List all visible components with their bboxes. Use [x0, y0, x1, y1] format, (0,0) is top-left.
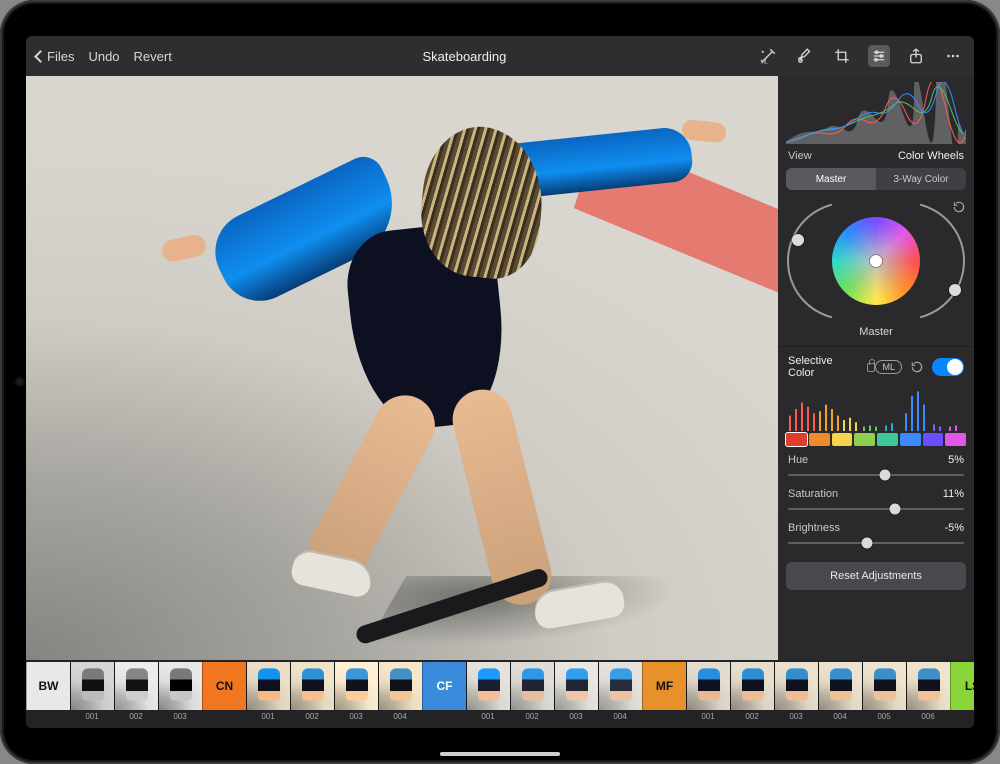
preset-number: 002 [510, 712, 554, 721]
preset-thumbnail[interactable] [730, 662, 774, 710]
view-mode-button[interactable]: Color Wheels [898, 150, 964, 162]
preset-group-marker[interactable]: CF [422, 662, 466, 710]
preset-thumbnail[interactable] [906, 662, 950, 710]
selective-color-histogram [778, 387, 974, 431]
ml-button[interactable]: ML [875, 360, 902, 374]
hue-value: 5% [948, 454, 964, 466]
color-swatch[interactable] [923, 433, 944, 446]
brightness-value: -5% [944, 522, 964, 534]
color-wheel-handle[interactable] [870, 255, 882, 267]
preset-number: 005 [862, 712, 906, 721]
preset-number: 004 [378, 712, 422, 721]
preset-number: 001 [466, 712, 510, 721]
preset-filmstrip[interactable]: BW001002003CN001002003004CF001002003004M… [26, 660, 974, 728]
preset-thumbnail[interactable] [686, 662, 730, 710]
preset-number: 001 [686, 712, 730, 721]
view-label: View [788, 150, 812, 162]
preset-number: 002 [290, 712, 334, 721]
preset-thumbnail[interactable] [378, 662, 422, 710]
adjustments-icon[interactable] [868, 45, 890, 67]
preset-number: 001 [246, 712, 290, 721]
tab-master[interactable]: Master [786, 168, 876, 190]
preset-number: 003 [334, 712, 378, 721]
brightness-arc-handle[interactable] [949, 284, 961, 296]
undo-button[interactable]: Undo [88, 49, 119, 64]
saturation-value: 11% [943, 488, 964, 500]
saturation-label: Saturation [788, 488, 838, 500]
color-swatch[interactable] [854, 433, 875, 446]
preset-thumbnail[interactable] [246, 662, 290, 710]
color-swatch[interactable] [786, 433, 807, 446]
share-icon[interactable] [905, 45, 927, 67]
revert-button[interactable]: Revert [134, 49, 172, 64]
top-toolbar: Files Undo Revert Skateboarding ML [26, 36, 974, 76]
lock-icon[interactable] [867, 363, 876, 372]
preset-thumbnail[interactable] [70, 662, 114, 710]
preset-thumbnail[interactable] [862, 662, 906, 710]
preset-number: 003 [158, 712, 202, 721]
reset-adjustments-button[interactable]: Reset Adjustments [786, 562, 966, 590]
preset-number: 004 [818, 712, 862, 721]
preset-thumbnail[interactable] [554, 662, 598, 710]
document-title: Skateboarding [172, 49, 757, 64]
device-camera [16, 379, 23, 386]
preset-group-marker[interactable]: LS [950, 662, 974, 710]
hue-slider[interactable] [788, 468, 964, 482]
color-wheel[interactable] [778, 196, 974, 326]
color-wheel-mode-segment: Master 3-Way Color [786, 168, 966, 190]
adjustments-panel: View Color Wheels Master 3-Way Color [778, 76, 974, 660]
crop-icon[interactable] [831, 45, 853, 67]
saturation-slider[interactable] [788, 502, 964, 516]
image-canvas[interactable] [26, 76, 778, 660]
selective-color-title: Selective Color [788, 355, 861, 379]
svg-text:ML: ML [761, 60, 768, 66]
preset-thumbnail[interactable] [510, 662, 554, 710]
preset-number: 003 [774, 712, 818, 721]
back-label: Files [47, 49, 74, 64]
preset-number: 001 [70, 712, 114, 721]
brightness-slider[interactable] [788, 536, 964, 550]
preset-group-marker[interactable]: CN [202, 662, 246, 710]
canvas-subject [142, 87, 662, 607]
preset-thumbnail[interactable] [114, 662, 158, 710]
chevron-left-icon [34, 50, 47, 63]
luminance-histogram [778, 76, 974, 146]
preset-thumbnail[interactable] [818, 662, 862, 710]
preset-number: 003 [554, 712, 598, 721]
preset-thumbnail[interactable] [466, 662, 510, 710]
color-swatch[interactable] [900, 433, 921, 446]
auto-enhance-icon[interactable]: ML [757, 45, 779, 67]
repair-brush-icon[interactable] [794, 45, 816, 67]
preset-number: 006 [906, 712, 950, 721]
back-button[interactable]: Files [36, 49, 74, 64]
color-wheel-label: Master [778, 326, 974, 346]
brightness-label: Brightness [788, 522, 840, 534]
tab-3way-color[interactable]: 3-Way Color [876, 168, 966, 190]
saturation-arc-handle[interactable] [792, 234, 804, 246]
more-icon[interactable] [942, 45, 964, 67]
hue-label: Hue [788, 454, 808, 466]
preset-group-marker[interactable]: BW [26, 662, 70, 710]
color-wheel-reset-icon[interactable] [952, 200, 966, 214]
color-swatch-row [778, 431, 974, 452]
color-swatch[interactable] [832, 433, 853, 446]
color-swatch[interactable] [809, 433, 830, 446]
preset-number: 002 [730, 712, 774, 721]
color-swatch[interactable] [877, 433, 898, 446]
selective-color-toggle[interactable] [932, 358, 964, 376]
color-swatch[interactable] [945, 433, 966, 446]
preset-thumbnail[interactable] [598, 662, 642, 710]
preset-group-marker[interactable]: MF [642, 662, 686, 710]
preset-thumbnail[interactable] [158, 662, 202, 710]
selective-color-reset-icon[interactable] [910, 360, 924, 374]
preset-number: 002 [114, 712, 158, 721]
preset-thumbnail[interactable] [290, 662, 334, 710]
preset-number: 004 [598, 712, 642, 721]
preset-thumbnail[interactable] [774, 662, 818, 710]
preset-thumbnail[interactable] [334, 662, 378, 710]
